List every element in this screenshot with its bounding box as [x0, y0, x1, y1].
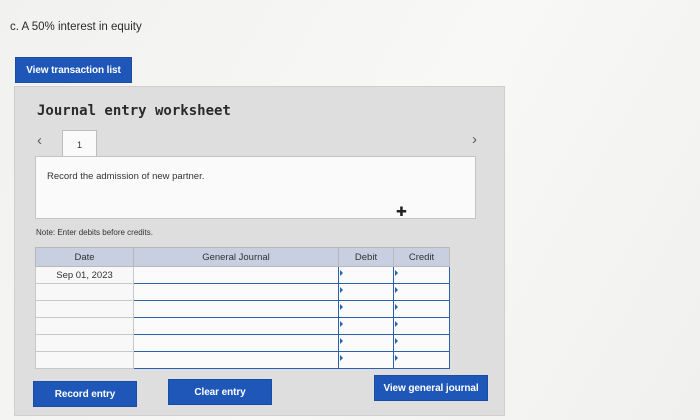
tab-1[interactable]: 1	[62, 130, 97, 158]
input-marker-icon	[340, 355, 343, 361]
input-marker-icon	[395, 304, 398, 310]
question-text: c. A 50% interest in equity	[10, 21, 142, 33]
input-marker-icon	[340, 287, 343, 293]
note-text: Note: Enter debits before credits.	[36, 228, 153, 237]
date-cell[interactable]	[35, 351, 134, 369]
journal-table: Date General Journal Debit Credit Sep 01…	[35, 247, 450, 369]
input-marker-icon	[340, 270, 343, 276]
column-header-date: Date	[35, 247, 134, 267]
debit-input[interactable]	[338, 283, 394, 301]
mouse-pointer-icon: ✚	[396, 204, 407, 219]
debit-input[interactable]	[338, 351, 394, 369]
instruction-box: Record the admission of new partner.	[35, 156, 476, 219]
debit-input[interactable]	[338, 266, 394, 284]
input-marker-icon	[395, 287, 398, 293]
date-cell[interactable]	[35, 300, 134, 318]
view-transaction-list-button[interactable]: View transaction list	[15, 57, 132, 83]
journal-entry-worksheet: Journal entry worksheet ‹ 1 › Record the…	[14, 86, 505, 416]
record-entry-button[interactable]: Record entry	[33, 381, 137, 407]
table-row: Sep 01, 2023	[35, 266, 450, 284]
view-general-journal-button[interactable]: View general journal	[374, 375, 488, 401]
date-cell[interactable]	[35, 334, 134, 352]
clear-entry-button[interactable]: Clear entry	[168, 379, 272, 405]
credit-input[interactable]	[393, 351, 450, 369]
date-cell[interactable]	[35, 317, 134, 335]
input-marker-icon	[395, 355, 398, 361]
debit-input[interactable]	[338, 334, 394, 352]
date-cell[interactable]: Sep 01, 2023	[35, 266, 134, 284]
page: c. A 50% interest in equity View transac…	[0, 0, 700, 420]
credit-input[interactable]	[393, 283, 450, 301]
credit-input[interactable]	[393, 334, 450, 352]
table-header-row: Date General Journal Debit Credit	[35, 247, 450, 267]
debit-input[interactable]	[338, 317, 394, 335]
input-marker-icon	[340, 338, 343, 344]
credit-input[interactable]	[393, 317, 450, 335]
column-header-debit: Debit	[338, 247, 394, 267]
table-row	[35, 300, 450, 318]
debit-input[interactable]	[338, 300, 394, 318]
input-marker-icon	[395, 338, 398, 344]
input-marker-icon	[340, 321, 343, 327]
general-journal-input[interactable]	[133, 317, 339, 335]
column-header-credit: Credit	[393, 247, 450, 267]
input-marker-icon	[395, 270, 398, 276]
table-row	[35, 351, 450, 369]
input-marker-icon	[340, 304, 343, 310]
worksheet-title: Journal entry worksheet	[37, 103, 231, 119]
general-journal-input[interactable]	[133, 283, 339, 301]
general-journal-input[interactable]	[133, 300, 339, 318]
input-marker-icon	[395, 321, 398, 327]
column-header-general-journal: General Journal	[133, 247, 339, 267]
table-row	[35, 317, 450, 335]
table-row	[35, 334, 450, 352]
credit-input[interactable]	[393, 266, 450, 284]
general-journal-input[interactable]	[133, 266, 339, 284]
credit-input[interactable]	[393, 300, 450, 318]
date-cell[interactable]	[35, 283, 134, 301]
chevron-left-icon[interactable]: ‹	[37, 132, 42, 149]
general-journal-input[interactable]	[133, 351, 339, 369]
chevron-right-icon[interactable]: ›	[472, 131, 477, 148]
general-journal-input[interactable]	[133, 334, 339, 352]
instruction-text: Record the admission of new partner.	[47, 171, 205, 182]
table-row	[35, 283, 450, 301]
